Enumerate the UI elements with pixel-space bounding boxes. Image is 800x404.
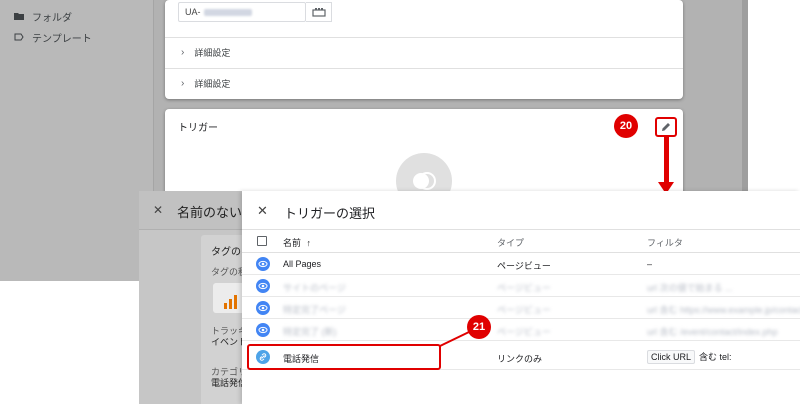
folder-icon bbox=[14, 13, 24, 20]
eye-icon bbox=[256, 279, 270, 293]
tracking-id-redacted bbox=[203, 8, 252, 16]
eye-icon bbox=[256, 323, 270, 337]
trigger-filter: url 含む /event/contact/index.php bbox=[647, 327, 778, 337]
table-header: 名前 ↑ タイプ フィルタ bbox=[242, 229, 800, 253]
label-icon bbox=[14, 33, 24, 41]
column-header-filter[interactable]: フィルタ bbox=[647, 236, 683, 249]
select-all-checkbox[interactable] bbox=[257, 236, 267, 246]
trigger-type: ページビュー bbox=[497, 327, 551, 337]
advanced-settings-row[interactable]: › 詳細設定 bbox=[165, 68, 683, 98]
step-badge-21: 21 bbox=[467, 315, 491, 339]
tracking-id-prefix: UA- bbox=[185, 7, 201, 17]
new-tag-panel: ✕ 名前のないタ タグの タグの種 トラッキ イベント カテゴリ 電話発信 bbox=[139, 191, 255, 404]
sidebar-item-label: フォルダ bbox=[32, 12, 72, 24]
sidebar-item-templates[interactable]: テンプレート bbox=[14, 29, 92, 45]
sidebar-item-label: テンプレート bbox=[32, 33, 92, 45]
chevron-right-icon: › bbox=[181, 47, 185, 58]
column-header-name-label: 名前 bbox=[283, 238, 302, 248]
trigger-filter: url 含む https://www.example.jp/contact bbox=[647, 305, 800, 315]
filter-condition: 含む tel: bbox=[699, 352, 732, 362]
trigger-filter: Click URL 含む tel: bbox=[647, 350, 732, 364]
table-row[interactable]: 特定完了ページ ページビュー url 含む https://www.exampl… bbox=[242, 297, 800, 319]
dialog-title: トリガーの選択 bbox=[284, 206, 376, 221]
trigger-type: ページビュー bbox=[497, 283, 551, 293]
new-tag-header: ✕ 名前のないタ bbox=[139, 191, 255, 230]
table-row[interactable]: All Pages ページビュー – bbox=[242, 253, 800, 275]
trigger-type: リンクのみ bbox=[497, 354, 543, 364]
trigger-filter: – bbox=[647, 259, 653, 269]
sort-arrow-icon: ↑ bbox=[306, 238, 312, 248]
tracking-id-field[interactable]: UA- bbox=[178, 2, 306, 22]
eye-icon bbox=[256, 301, 270, 315]
trigger-selection-dialog: ✕ トリガーの選択 名前 ↑ タイプ フィルタ All Pages ページビュー… bbox=[242, 191, 800, 404]
section-title: タグの bbox=[211, 247, 241, 258]
advanced-settings-label: 詳細設定 bbox=[194, 48, 231, 58]
pencil-icon bbox=[662, 123, 670, 131]
trigger-name: 特定完了ページ bbox=[283, 305, 346, 315]
annotation-arrow bbox=[664, 136, 669, 184]
trigger-filter: url 次の値で始まる ... bbox=[647, 283, 733, 293]
column-header-type[interactable]: タイプ bbox=[497, 236, 524, 249]
tag-configuration-card: UA- › 詳細設定 › 詳細設定 bbox=[165, 0, 683, 99]
left-navigation: フォルダ テンプレート bbox=[0, 0, 154, 281]
column-header-name[interactable]: 名前 ↑ bbox=[283, 236, 311, 249]
table-row[interactable]: サイトのページ ページビュー url 次の値で始まる ... bbox=[242, 275, 800, 297]
trigger-type: ページビュー bbox=[497, 261, 551, 271]
filter-variable-chip: Click URL bbox=[647, 350, 696, 364]
variable-picker-button[interactable] bbox=[306, 2, 332, 22]
eye-icon bbox=[256, 257, 270, 271]
sidebar-item-folders[interactable]: フォルダ bbox=[14, 8, 72, 24]
variable-brick-icon bbox=[311, 8, 326, 17]
advanced-settings-row[interactable]: › 詳細設定 bbox=[165, 37, 683, 67]
triggering-title: トリガー bbox=[178, 123, 218, 134]
edit-trigger-button[interactable] bbox=[655, 117, 677, 137]
trigger-name: サイトのページ bbox=[283, 283, 346, 293]
table-row[interactable]: 特定完了 (新) ページビュー url 含む /event/contact/in… bbox=[242, 319, 800, 341]
trigger-name: 特定完了 (新) bbox=[283, 327, 337, 337]
step-badge-20: 20 bbox=[614, 114, 638, 138]
close-icon[interactable]: ✕ bbox=[153, 203, 163, 217]
close-icon[interactable]: ✕ bbox=[257, 203, 268, 219]
trigger-type: ページビュー bbox=[497, 305, 551, 315]
trigger-name: All Pages bbox=[283, 259, 322, 269]
advanced-settings-label: 詳細設定 bbox=[194, 79, 231, 89]
highlight-box bbox=[247, 344, 441, 370]
chevron-right-icon: › bbox=[181, 78, 185, 89]
